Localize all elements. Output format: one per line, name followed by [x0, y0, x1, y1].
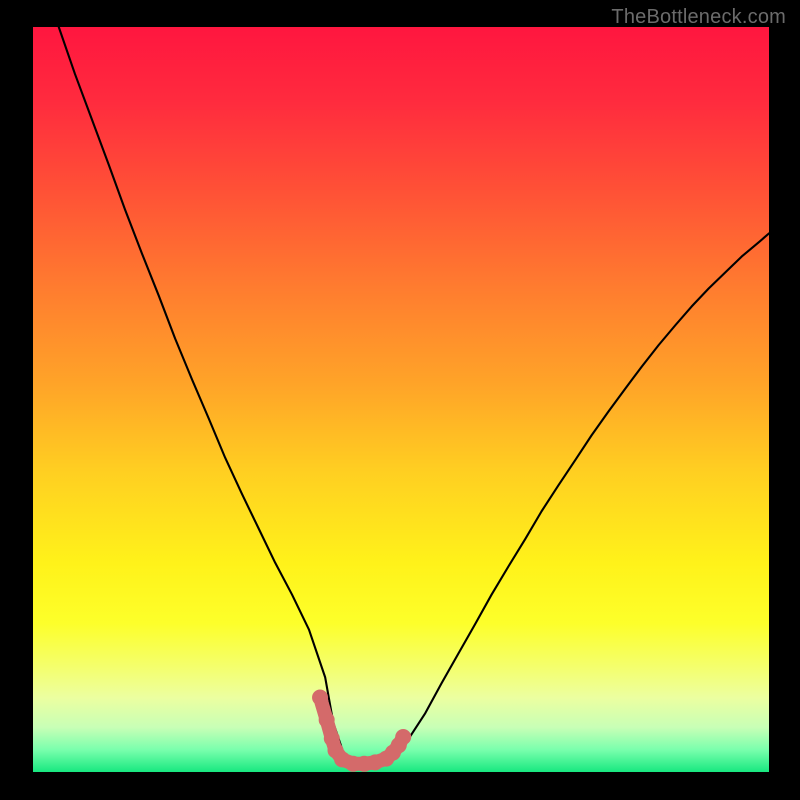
marker-dot — [319, 712, 335, 728]
plot-svg — [33, 27, 769, 772]
marker-dot — [312, 690, 328, 706]
chart-frame: TheBottleneck.com — [0, 0, 800, 800]
watermark-text: TheBottleneck.com — [611, 6, 786, 29]
gradient-background — [33, 27, 769, 772]
marker-dot — [395, 729, 411, 745]
plot-area — [33, 27, 769, 772]
